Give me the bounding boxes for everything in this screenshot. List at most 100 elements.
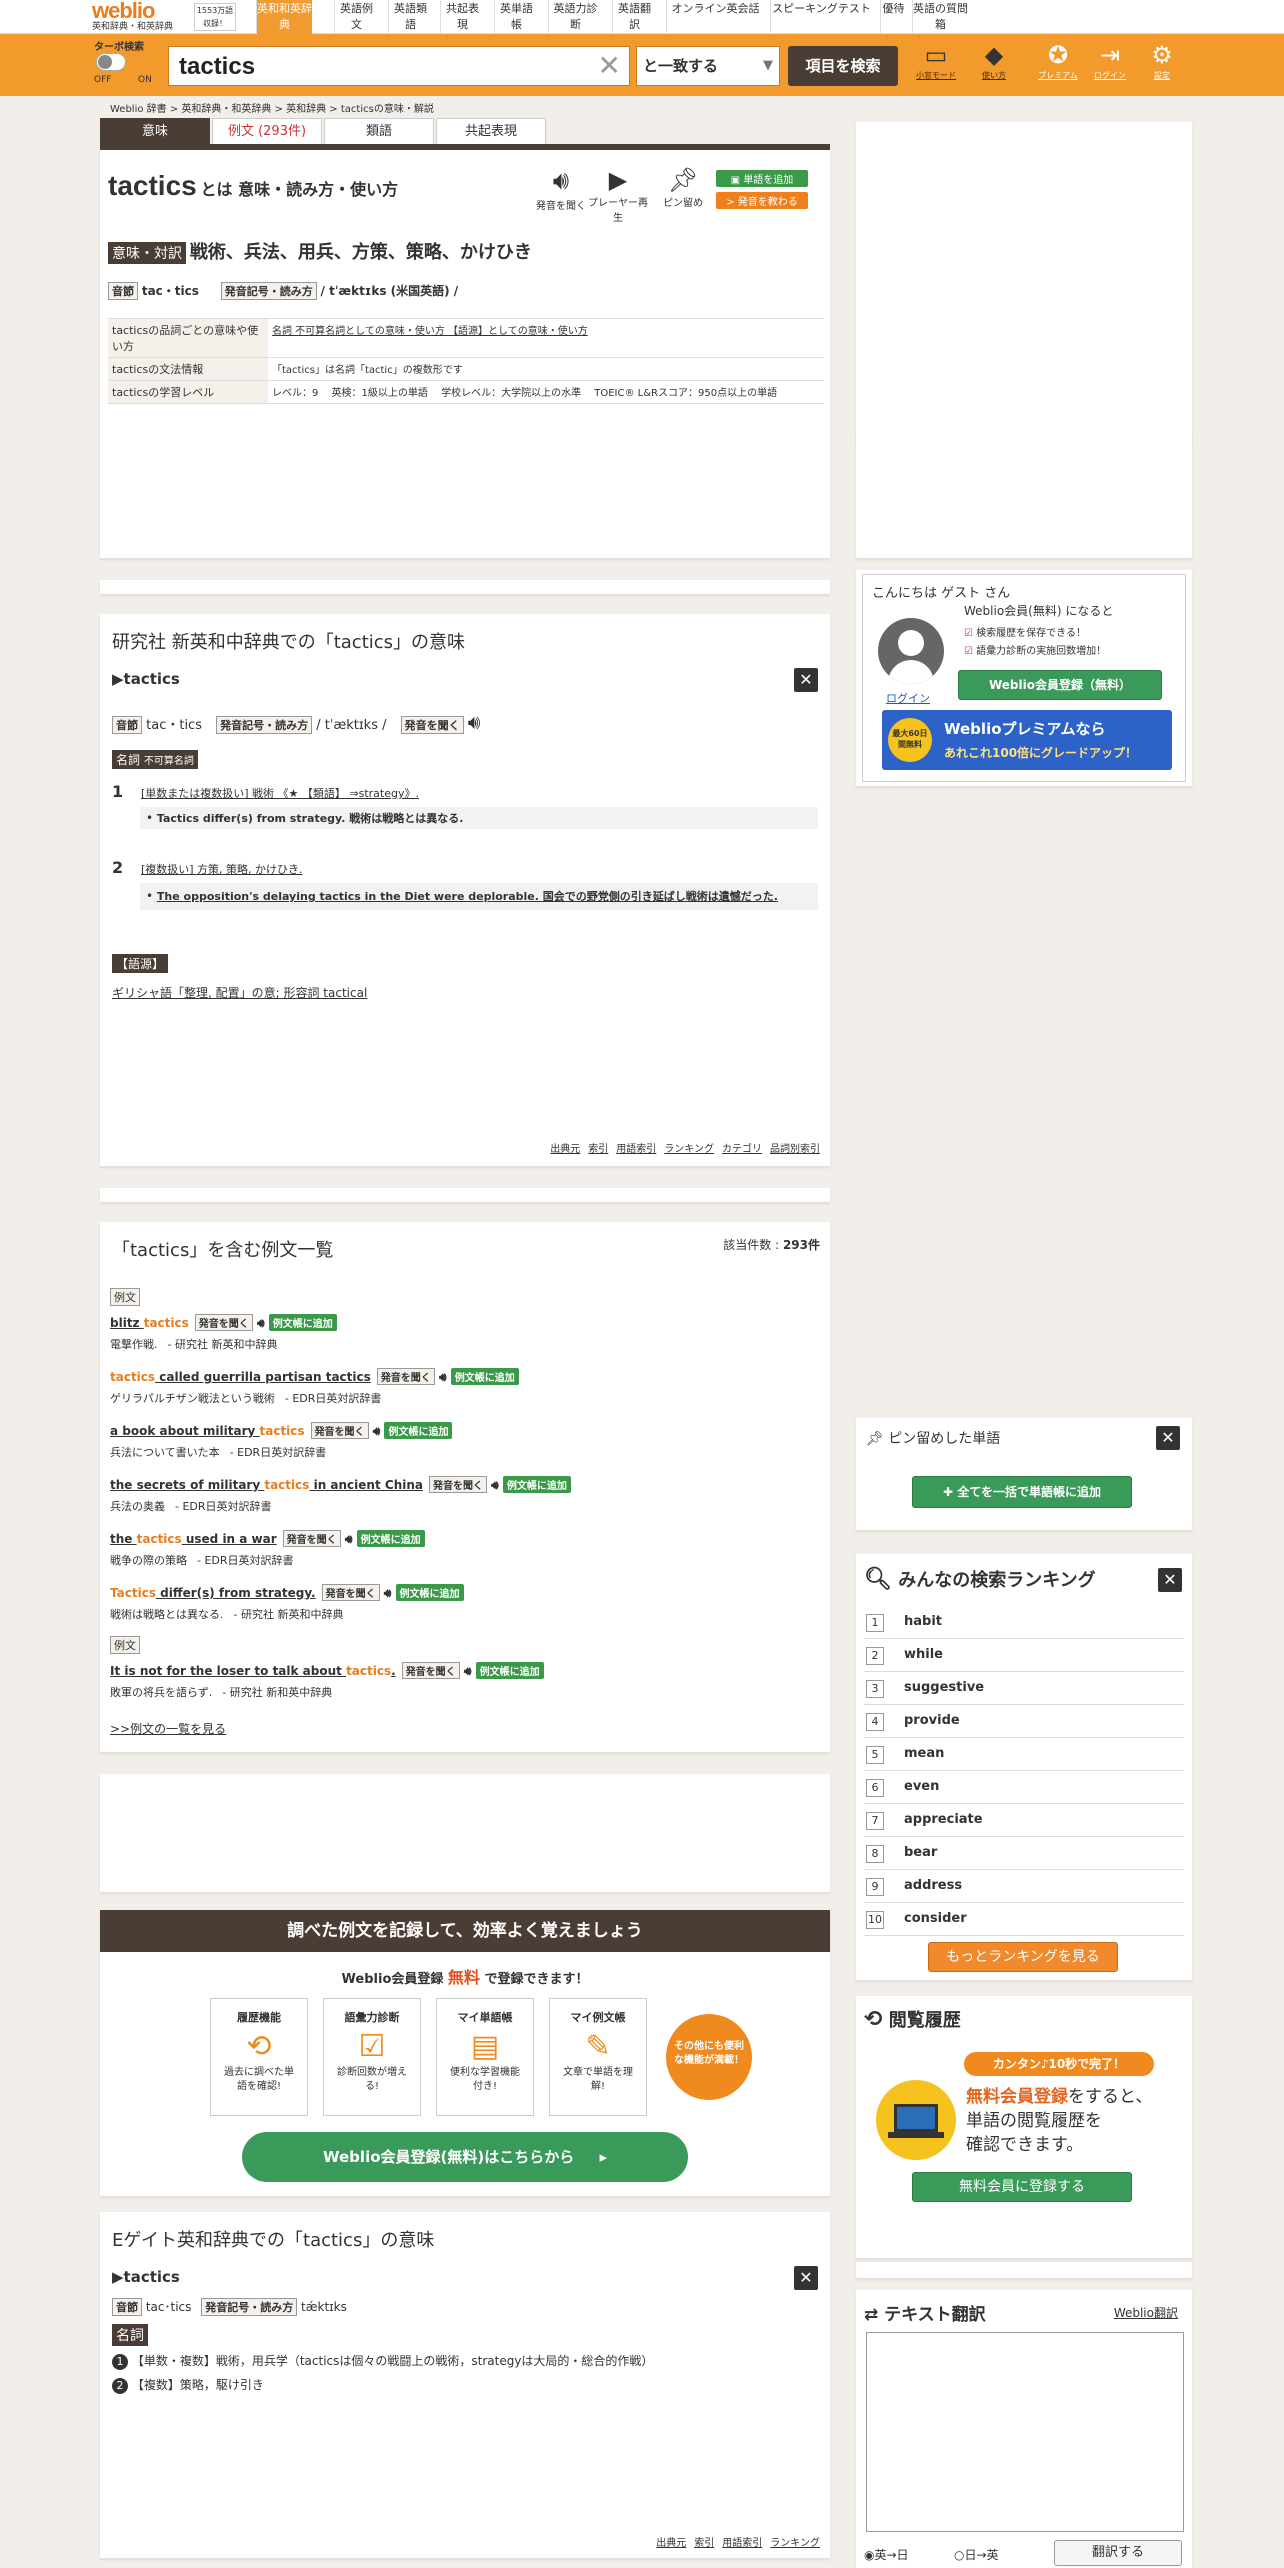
listen-button[interactable]: 発音を聞く [401,1662,460,1679]
listen-button[interactable]: 発音を聞く [194,1314,253,1331]
breadcrumb[interactable]: Weblio 辞書 > 英和辞典・和英辞典 > 英和辞典 > tacticsの意… [110,100,434,115]
add-all-to-wordbook-button[interactable]: ✚ 全てを一括で単語帳に追加 [912,1476,1132,1508]
speaker-icon[interactable]: 🔊︎ [460,1664,476,1678]
mini-window-button[interactable]: ▭ 小窓モード [912,40,960,92]
nav-tab-benefits[interactable]: 優待 [880,0,906,34]
add-to-example-book-button[interactable]: 例文帳に追加 [395,1584,464,1601]
rank-word[interactable]: suggestive [904,1680,984,1695]
footer-link[interactable]: 用語索引 [722,2538,762,2549]
more-ranking-button[interactable]: もっとランキングを見る [928,1942,1118,1972]
ranking-item[interactable]: 9 address [864,1870,1184,1903]
rank-word[interactable]: even [904,1779,939,1794]
premium-banner[interactable]: 最大60日間無料 Weblioプレミアムなら あれこれ100倍にグレードアップ！ [882,710,1172,770]
rank-word[interactable]: while [904,1647,943,1662]
speaker-icon[interactable]: 🔊︎ [435,1370,451,1384]
ranking-item[interactable]: 1 habit [864,1606,1184,1639]
tab-meaning[interactable]: 意味 [100,118,210,144]
close-icon[interactable]: ✕ [1156,1426,1180,1450]
footer-link[interactable]: 品詞別索引 [770,1144,820,1155]
footer-link[interactable]: 出典元 [550,1144,580,1155]
speaker-icon[interactable]: 🔊︎ [369,1424,385,1438]
rank-word[interactable]: mean [904,1746,944,1761]
speaker-icon[interactable]: 🔊︎ [253,1316,269,1330]
close-icon[interactable]: ✕ [794,2266,818,2290]
speaker-icon[interactable]: 🔊︎ [341,1532,357,1546]
add-to-example-book-button[interactable]: 例文帳に追加 [450,1368,519,1385]
usage-button[interactable]: ◆ 使い方 [970,40,1018,92]
close-icon[interactable]: ✕ [1158,1568,1182,1592]
nav-tab-questions[interactable]: 英語の質問箱 [912,0,968,34]
rank-word[interactable]: consider [904,1911,967,1926]
learn-pronunciation-button[interactable]: > 発音を教わる [716,192,808,209]
free-register-button[interactable]: 無料会員に登録する [912,2172,1132,2202]
listen-button[interactable]: 発音を聞く [310,1422,369,1439]
register-button[interactable]: Weblio会員登録(無料)はこちらから ▸ [242,2132,688,2182]
rank-word[interactable]: bear [904,1845,937,1860]
footer-link[interactable]: ランキング [770,2538,820,2549]
footer-link[interactable]: 出典元 [656,2538,686,2549]
login-button[interactable]: ⇥ ログイン [1086,40,1134,92]
match-mode-select[interactable]: と一致する ▼ [636,46,780,86]
info-value[interactable]: 名詞 不可算名詞としての意味・使い方 【語源】としての意味・使い方 [268,318,824,358]
add-to-example-book-button[interactable]: 例文帳に追加 [384,1422,453,1439]
ranking-item[interactable]: 6 even [864,1771,1184,1804]
premium-button[interactable]: ✪ プレミアム [1034,40,1082,92]
listen-button[interactable]: 発音を聞く [321,1584,380,1601]
close-icon[interactable]: ✕ [794,668,818,692]
add-to-example-book-button[interactable]: 例文帳に追加 [502,1476,571,1493]
nav-tab-speaking-test[interactable]: スピーキングテスト [770,0,872,34]
add-to-example-book-button[interactable]: 例文帳に追加 [475,1662,544,1679]
rank-word[interactable]: address [904,1878,962,1893]
pin-button[interactable]: 📌︎ ピン留め [658,166,708,209]
speaker-icon[interactable]: 🔊︎ [468,710,481,734]
footer-link[interactable]: 索引 [694,2538,714,2549]
player-button[interactable]: ▶ プレーヤー再生 [588,166,648,224]
listen-button[interactable]: 発音を聞く [428,1476,487,1493]
member-register-button[interactable]: Weblio会員登録（無料） [958,670,1162,700]
ranking-item[interactable]: 3 suggestive [864,1672,1184,1705]
search-button[interactable]: 項目を検索 [788,46,898,86]
weblio-logo[interactable]: weblio 英和辞典・和英辞典 [92,0,188,34]
nav-tab-online-conversation[interactable]: オンライン英会話 [666,0,764,34]
ranking-item[interactable]: 5 mean [864,1738,1184,1771]
nav-tab-translate[interactable]: 英語翻訳 [612,0,656,34]
tab-collocations[interactable]: 共起表現 [436,118,546,144]
etymology-text[interactable]: ギリシャ語「整理, 配置」の意; 形容詞 tactical [112,984,367,1001]
nav-tab-wordbook[interactable]: 英単語帳 [494,0,538,34]
footer-link[interactable]: カテゴリ [722,1144,762,1155]
ranking-item[interactable]: 8 bear [864,1837,1184,1870]
toggle-switch[interactable] [96,53,126,71]
weblio-translate-link[interactable]: Weblio翻訳 [1114,2304,1178,2321]
more-examples-link[interactable]: >>例文の一覧を見る [110,1720,226,1737]
speaker-icon[interactable]: 🔊︎ [487,1478,503,1492]
speaker-icon[interactable]: 🔊︎ [380,1586,396,1600]
ranking-item[interactable]: 4 provide [864,1705,1184,1738]
nav-tab-examples[interactable]: 英語例文 [334,0,378,34]
rank-word[interactable]: appreciate [904,1812,983,1827]
rank-word[interactable]: habit [904,1614,942,1629]
login-link[interactable]: ログイン [886,690,930,706]
rank-word[interactable]: provide [904,1713,960,1728]
footer-link[interactable]: 索引 [588,1144,608,1155]
tab-synonyms[interactable]: 類語 [324,118,434,144]
listen-button[interactable]: 発音を聞く [282,1530,341,1547]
add-word-button[interactable]: ▣ 単語を追加 [716,170,808,187]
nav-tab-eiwa[interactable]: 英和和英辞典 [256,0,312,34]
listen-button[interactable]: 🔊︎ 発音を聞く [536,166,586,212]
nav-tab-synonyms[interactable]: 英語類語 [388,0,432,34]
ranking-item[interactable]: 2 while [864,1639,1184,1672]
nav-tab-diagnosis[interactable]: 英語力診断 [548,0,602,34]
clear-icon[interactable]: ✕ [598,50,621,82]
translate-button[interactable]: 翻訳する [1054,2540,1182,2566]
radio-ja-en[interactable]: ○日→英 [954,2546,999,2563]
tab-examples[interactable]: 例文 (293件) [212,118,322,144]
turbo-search-toggle[interactable]: ターボ検索 OFF ON [94,38,162,90]
footer-link[interactable]: ランキング [664,1144,714,1155]
add-to-example-book-button[interactable]: 例文帳に追加 [356,1530,425,1547]
translate-textarea[interactable] [866,2332,1184,2532]
search-input[interactable]: tactics ✕ [168,46,630,86]
add-to-example-book-button[interactable]: 例文帳に追加 [268,1314,337,1331]
footer-link[interactable]: 用語索引 [616,1144,656,1155]
settings-button[interactable]: ⚙ 設定 [1138,40,1186,92]
nav-tab-collocations[interactable]: 共起表現 [440,0,484,34]
